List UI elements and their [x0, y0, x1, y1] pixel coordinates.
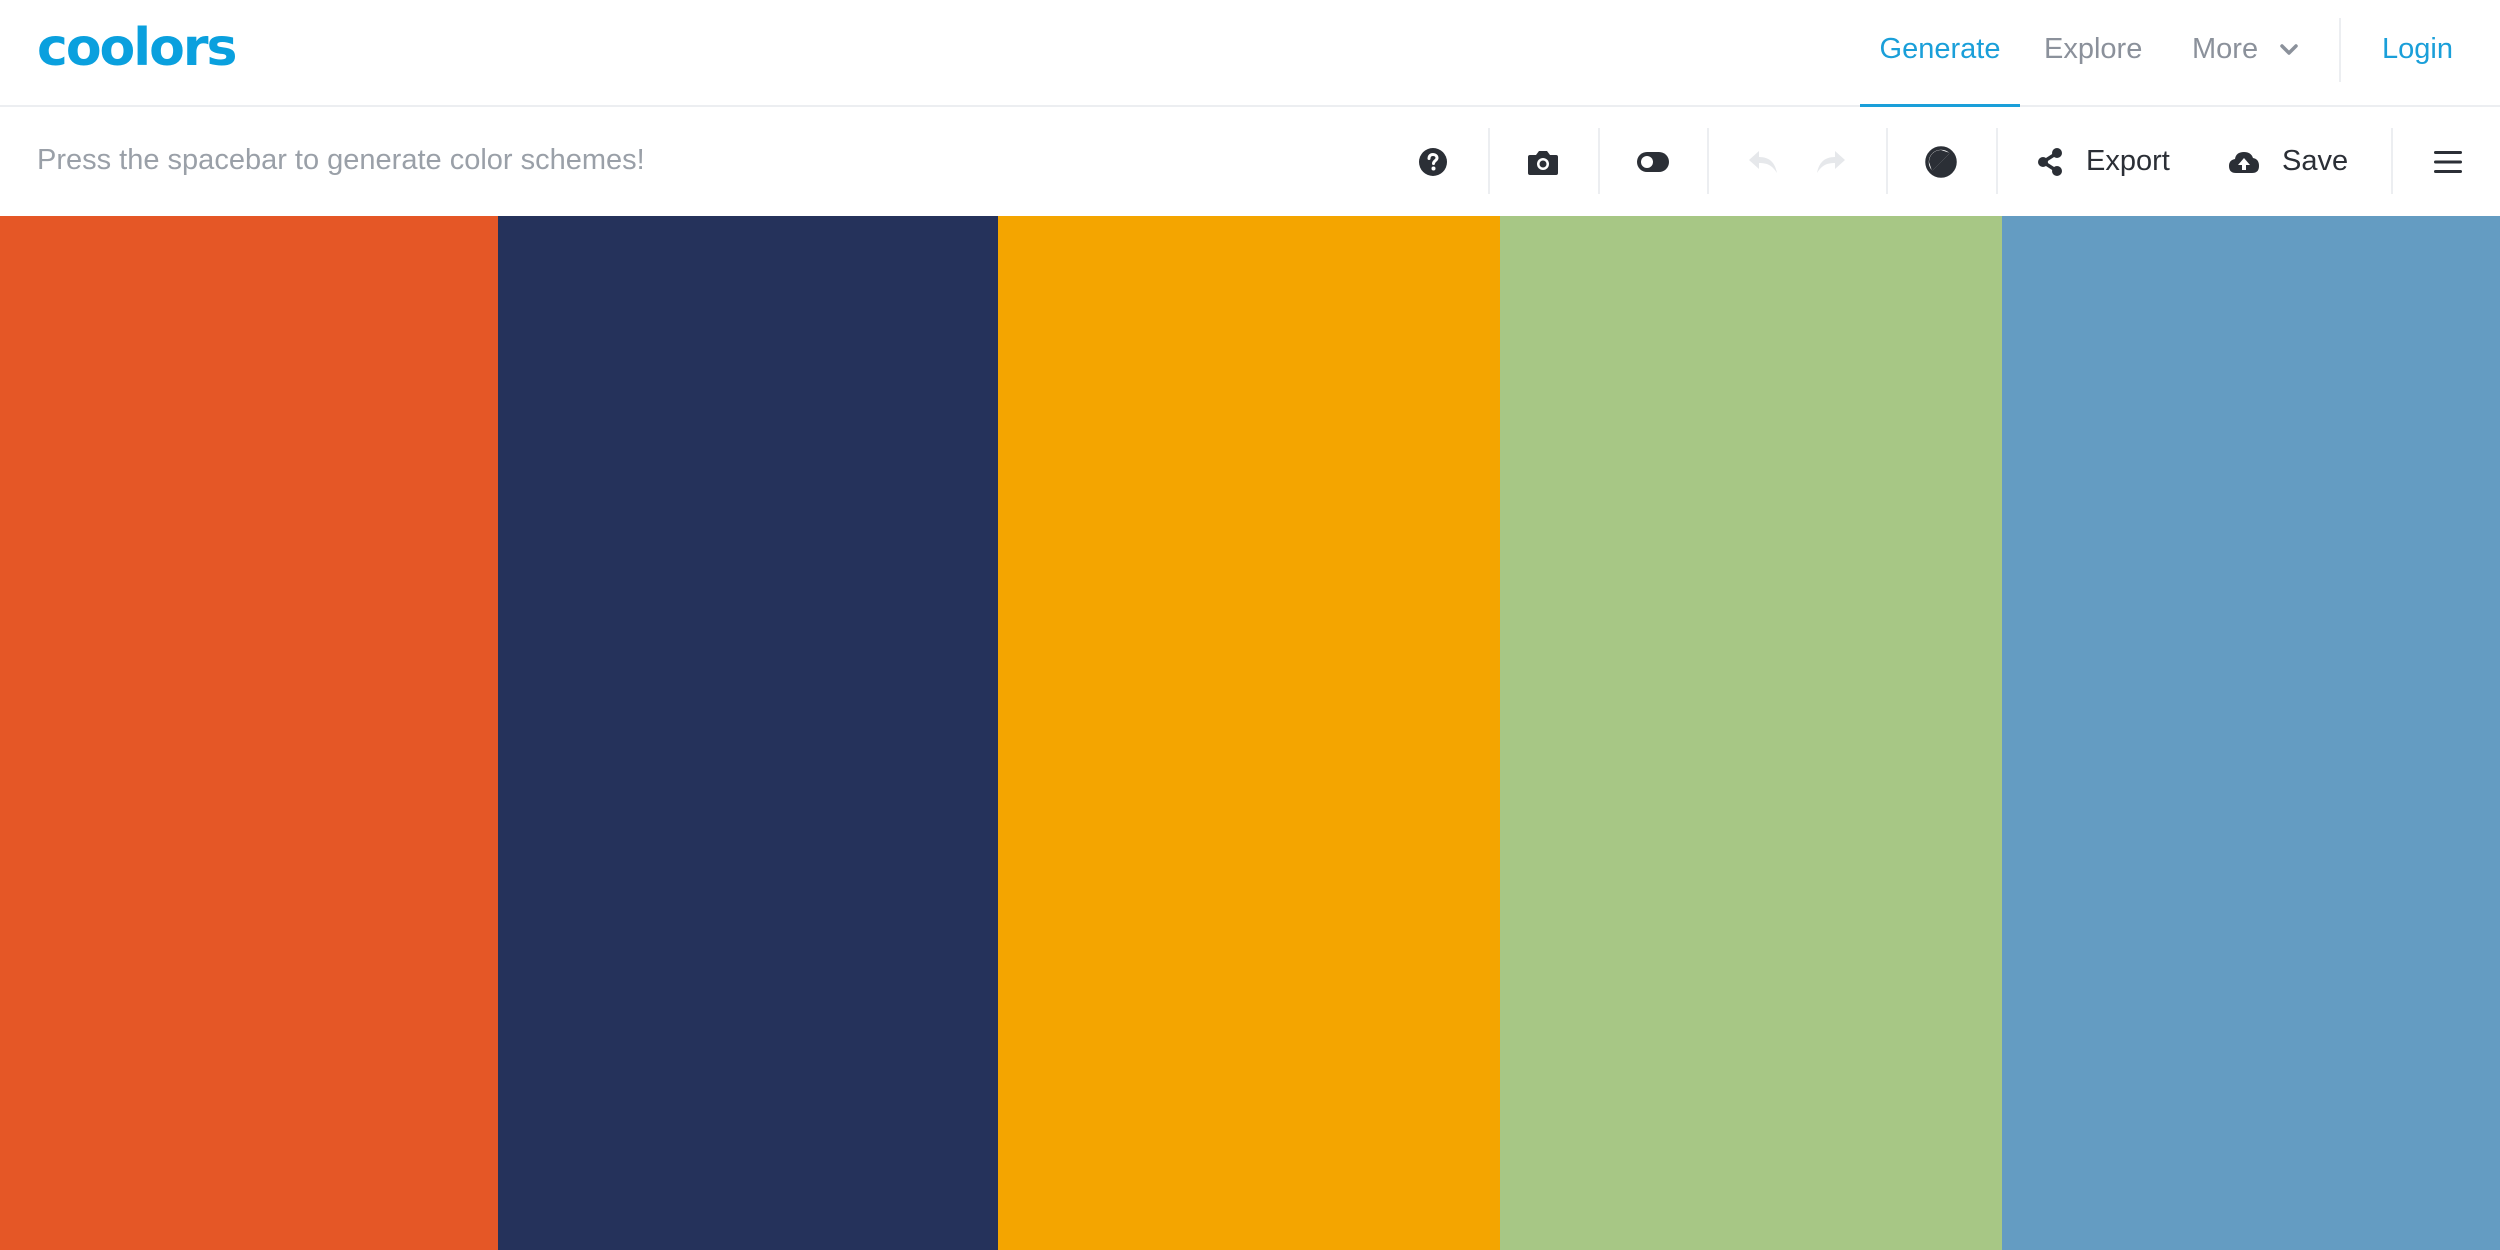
color-swatch-3[interactable]: [998, 216, 1500, 1250]
cloud-upload-icon: [2229, 151, 2259, 173]
save-label: Save: [2282, 145, 2349, 177]
toolbar-divider: [1996, 128, 1998, 194]
help-icon[interactable]: [1403, 107, 1463, 216]
hamburger-menu-icon[interactable]: [2418, 107, 2478, 216]
toolbar-divider: [2391, 128, 2393, 194]
save-button[interactable]: Save: [2228, 107, 2348, 216]
color-swatch-2[interactable]: [498, 216, 998, 1250]
nav-divider: [2339, 18, 2341, 82]
share-icon: [2038, 147, 2062, 176]
nav-generate[interactable]: Generate: [1860, 0, 2020, 105]
chevron-down-icon: [2280, 0, 2298, 96]
color-palette: [0, 216, 2500, 1250]
nav-explore[interactable]: Explore: [2044, 0, 2142, 105]
contrast-icon[interactable]: [1911, 107, 1971, 216]
camera-icon[interactable]: [1513, 107, 1573, 216]
color-swatch-5[interactable]: [2002, 216, 2500, 1250]
export-label: Export: [2086, 145, 2170, 177]
nav-more-dropdown[interactable]: More: [2192, 0, 2298, 105]
toolbar-divider: [1707, 128, 1709, 194]
generator-toolbar: Press the spacebar to generate color sch…: [0, 107, 2500, 216]
undo-icon[interactable]: [1733, 107, 1793, 216]
login-link[interactable]: Login: [2382, 0, 2453, 105]
spacebar-hint: Press the spacebar to generate color sch…: [37, 144, 645, 176]
redo-icon[interactable]: [1801, 107, 1861, 216]
toolbar-divider: [1598, 128, 1600, 194]
nav-more-label: More: [2192, 33, 2259, 65]
toolbar-divider: [1886, 128, 1888, 194]
color-swatch-1[interactable]: [0, 216, 498, 1250]
export-button[interactable]: Export: [2036, 107, 2170, 216]
color-swatch-4[interactable]: [1500, 216, 2002, 1250]
toolbar-divider: [1488, 128, 1490, 194]
toggle-icon[interactable]: [1623, 107, 1683, 216]
top-navigation: coolors Generate Explore More Login: [0, 0, 2500, 107]
coolors-logo[interactable]: coolors: [37, 18, 265, 78]
